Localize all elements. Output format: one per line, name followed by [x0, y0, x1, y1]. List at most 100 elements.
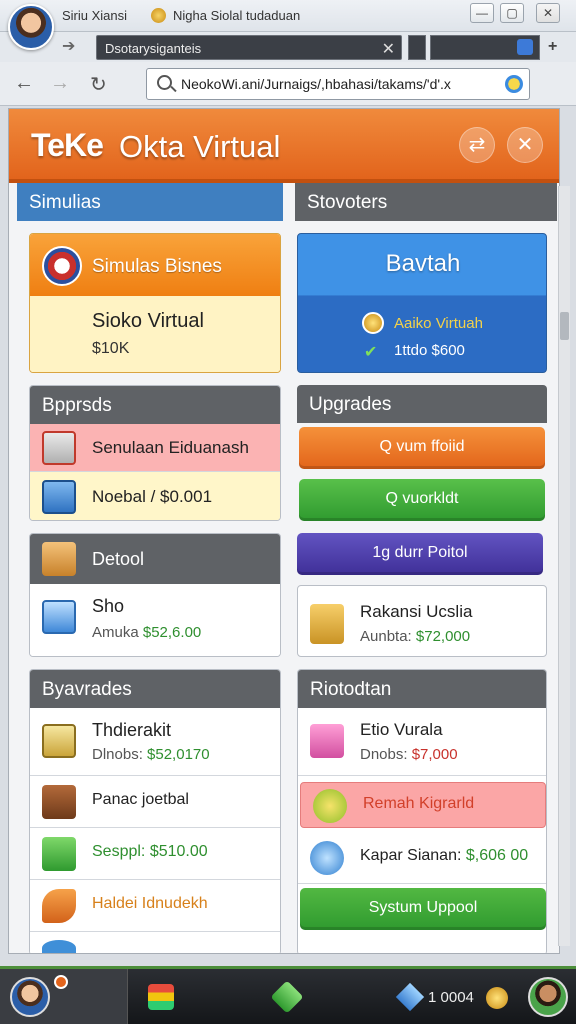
tab-bar: ➔ Dsotarysiganteis ✕ + — [0, 32, 576, 62]
taskbar-avatar[interactable] — [10, 977, 50, 1017]
back-button[interactable]: ← — [14, 72, 34, 95]
bpprds-panel: Bpprsds Senulaan Eiduanash Noebal / $0.0… — [29, 385, 281, 521]
badge-icon — [42, 246, 82, 286]
folder-icon — [310, 604, 344, 644]
simulation-banner: Simulas Bisnes — [30, 234, 280, 296]
close-header-button[interactable]: ✕ — [507, 127, 543, 163]
coin-icon — [151, 8, 166, 23]
simulation-banner-label: Simulas Bisnes — [92, 256, 222, 277]
upgrades-panel: Upgrades Q vum ffoiid Q vuorkldt — [297, 385, 547, 521]
new-tab-button[interactable]: + — [548, 38, 557, 56]
bavtah-title: Bavtah — [385, 250, 461, 277]
list-item-partial[interactable] — [30, 932, 280, 953]
gear-icon — [313, 789, 347, 823]
page-scrollbar[interactable] — [558, 186, 570, 946]
upgrade-button-2[interactable]: Q vuorkldt — [299, 479, 545, 521]
close-window-button[interactable]: ✕ — [536, 3, 560, 23]
minimize-button[interactable]: — — [470, 3, 494, 23]
stovoters-header: Stovoters — [295, 183, 557, 221]
reload-button[interactable]: ↻ — [90, 72, 107, 97]
list-item[interactable]: Etio Vurala Dnobs: $7,000 — [298, 708, 546, 776]
wallet-icon — [42, 785, 76, 819]
tab-stub[interactable] — [408, 35, 426, 60]
maximize-button[interactable]: ▢ — [500, 3, 524, 23]
carrot-icon — [42, 889, 76, 923]
user-avatar[interactable] — [8, 4, 54, 50]
upgrades-header: Upgrades — [297, 385, 547, 423]
taskbar-start[interactable] — [0, 969, 128, 1024]
notification-icon — [54, 975, 68, 989]
list-item[interactable]: Thdierakit Dlnobs: $52,0170 — [30, 708, 280, 776]
detool-panel: Detool Sho Amuka $52,6.00 — [29, 533, 281, 657]
box-icon — [42, 542, 76, 576]
refresh-icon — [42, 837, 76, 871]
web-page: TeKe Okta Virtual ⇄ ✕ Simulias Simulas B… — [8, 108, 560, 954]
shuffle-button[interactable]: ⇄ — [459, 127, 495, 163]
tab-secondary[interactable] — [430, 35, 540, 60]
system-button[interactable]: Systum Uppool — [300, 888, 546, 930]
tab-arrow-icon[interactable]: ➔ — [62, 36, 75, 56]
list-item[interactable]: Remah Kigrarld — [300, 782, 546, 828]
diamond-icon — [395, 982, 425, 1012]
globe-icon[interactable] — [505, 75, 523, 93]
cart-icon — [42, 431, 76, 465]
window-title-left: Siriu Xiansi — [62, 8, 128, 23]
bavtah-line2: 1ttdo $600 — [394, 342, 465, 359]
calculator-icon — [42, 600, 76, 634]
scroll-thumb[interactable] — [560, 312, 569, 340]
coin-icon — [486, 987, 508, 1009]
sho-amount: Amuka $52,6.00 — [92, 624, 202, 641]
bavtah-card[interactable]: Bavtah Aaiko Virtuah ✔ 1ttdo $600 — [297, 233, 547, 373]
list-item[interactable]: Panac joetbal — [30, 776, 280, 828]
simulation-name: Sioko Virtual — [92, 310, 204, 332]
chat-icon — [310, 841, 344, 875]
bpprds-header: Bpprsds — [30, 386, 280, 424]
left-column: Simulias Simulas Bisnes Sioko Virtual $1… — [17, 183, 283, 953]
byavrades-panel: Byavrades Thdierakit Dlnobs: $52,0170 Pa… — [29, 669, 281, 953]
site-header: TeKe Okta Virtual ⇄ ✕ — [9, 109, 559, 183]
address-bar[interactable]: NeokoWi.ani/Jurnaigs/,hbahasi/takams/'d'… — [146, 68, 530, 100]
riotodtan-panel: Riotodtan Etio Vurala Dnobs: $7,000 Rema… — [297, 669, 547, 953]
rakansi-card[interactable]: Rakansi Ucslia Aunbta: $72,000 — [297, 585, 547, 657]
site-title: Okta Virtual — [119, 129, 281, 164]
app-icon-cube[interactable] — [270, 980, 304, 1014]
upgrade-button-3[interactable]: 1g durr Poitol — [297, 533, 543, 575]
list-item[interactable]: Haldei Idnudekh — [30, 880, 280, 932]
list-item[interactable]: Noebal / $0.001 — [30, 472, 280, 520]
search-icon — [157, 75, 172, 90]
list-item[interactable]: Kapar Sianan: $,606 00 — [298, 832, 546, 884]
navigation-bar: ← → ↻ NeokoWi.ani/Jurnaigs/,hbahasi/taka… — [0, 62, 576, 106]
coin-icon — [362, 312, 384, 334]
detool-header[interactable]: Detool — [30, 534, 280, 584]
site-logo[interactable]: TeKe — [31, 127, 104, 164]
window-title-right: Nigha Siolal tudaduan — [173, 8, 301, 23]
register-icon — [42, 480, 76, 514]
byavrades-header: Byavrades — [30, 670, 280, 708]
upgrade-button-1[interactable]: Q vum ffoiid — [299, 427, 545, 469]
profile-avatar[interactable] — [528, 977, 568, 1017]
simulation-amount: $10K — [92, 340, 130, 357]
globe-icon — [42, 940, 76, 953]
sho-row[interactable]: Sho Amuka $52,6.00 — [30, 584, 280, 656]
app-icon-store[interactable] — [148, 984, 174, 1010]
extension-icon — [517, 39, 533, 55]
simulation-body: Sioko Virtual $10K — [30, 296, 280, 372]
ledger-icon — [42, 724, 76, 758]
list-item[interactable]: Sesppl: $510.00 — [30, 828, 280, 880]
list-item[interactable]: Senulaan Eiduanash — [30, 424, 280, 472]
tab-active[interactable]: Dsotarysiganteis ✕ — [96, 35, 402, 60]
riotodtan-header: Riotodtan — [298, 670, 546, 708]
simulias-header: Simulias — [17, 183, 283, 221]
tab-label: Dsotarysiganteis — [105, 41, 202, 56]
taskbar: 1 0004 — [0, 966, 576, 1024]
bavtah-line1: Aaiko Virtuah — [394, 315, 483, 332]
url-text: NeokoWi.ani/Jurnaigs/,hbahasi/takams/'d'… — [181, 76, 451, 92]
forward-button[interactable]: → — [50, 72, 70, 95]
gift-icon — [310, 724, 344, 758]
check-icon: ✔ — [364, 344, 378, 361]
simulation-card[interactable]: Simulas Bisnes Sioko Virtual $10K — [29, 233, 281, 373]
tab-close-icon[interactable]: ✕ — [382, 39, 395, 59]
window-titlebar: Siriu Xiansi Nigha Siolal tudaduan — ▢ ✕ — [0, 0, 576, 50]
right-column: Stovoters Bavtah Aaiko Virtuah ✔ 1ttdo $… — [295, 183, 557, 953]
taskbar-count: 1 0004 — [428, 989, 474, 1006]
